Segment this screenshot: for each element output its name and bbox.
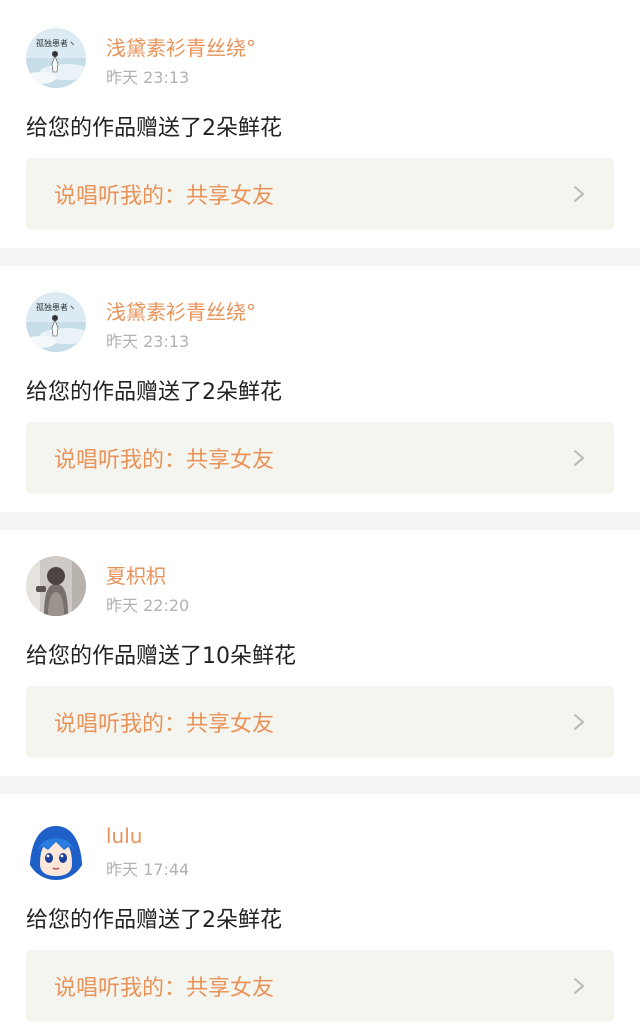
notification-card: lulu 昨天 17:44 给您的作品赠送了2朵鲜花 说唱听我的：共享女友 (0, 794, 640, 1032)
timestamp: 昨天 17:44 (106, 860, 190, 879)
username-link[interactable]: 夏枳枳 (106, 560, 166, 589)
svg-text:孤独患者ヽ: 孤独患者ヽ (36, 38, 76, 48)
notification-header: 孤独患者ヽ 浅黛素衫青丝绕° 昨天 23:13 (26, 266, 614, 366)
work-title: 说唱听我的：共享女友 (54, 448, 275, 473)
work-link-card[interactable]: 说唱听我的：共享女友 (26, 158, 614, 230)
svg-text:孤独患者ヽ: 孤独患者ヽ (36, 302, 76, 312)
work-link-card[interactable]: 说唱听我的：共享女友 (26, 422, 614, 494)
person-photo-avatar-icon[interactable] (26, 556, 86, 616)
notification-header: lulu 昨天 17:44 (26, 794, 614, 894)
work-title: 说唱听我的：共享女友 (54, 184, 275, 209)
username-link[interactable]: 浅黛素衫青丝绕° (106, 32, 256, 61)
work-title: 说唱听我的：共享女友 (54, 712, 275, 737)
chevron-right-icon (574, 186, 584, 202)
notification-card: 孤独患者ヽ 浅黛素衫青丝绕° 昨天 23:13 给您的作品赠送了2朵鲜花 说唱听… (0, 0, 640, 248)
work-title: 说唱听我的：共享女友 (54, 976, 275, 1001)
gift-message: 给您的作品赠送了2朵鲜花 (26, 908, 282, 933)
timestamp: 昨天 22:20 (106, 596, 190, 615)
gift-message: 给您的作品赠送了2朵鲜花 (26, 116, 282, 141)
work-link-card[interactable]: 说唱听我的：共享女友 (26, 686, 614, 758)
landscape-avatar-icon[interactable]: 孤独患者ヽ (26, 28, 86, 88)
landscape-avatar-icon[interactable]: 孤独患者ヽ (26, 292, 86, 352)
timestamp: 昨天 23:13 (106, 332, 190, 351)
chevron-right-icon (574, 450, 584, 466)
chevron-right-icon (574, 714, 584, 730)
gift-message: 给您的作品赠送了2朵鲜花 (26, 380, 282, 405)
username-link[interactable]: lulu (106, 824, 142, 848)
notification-card: 孤独患者ヽ 浅黛素衫青丝绕° 昨天 23:13 给您的作品赠送了2朵鲜花 说唱听… (0, 266, 640, 512)
notification-header: 孤独患者ヽ 浅黛素衫青丝绕° 昨天 23:13 (26, 0, 614, 100)
work-link-card[interactable]: 说唱听我的：共享女友 (26, 950, 614, 1022)
gift-notification-feed: 孤独患者ヽ 浅黛素衫青丝绕° 昨天 23:13 给您的作品赠送了2朵鲜花 说唱听… (0, 0, 640, 1032)
chevron-right-icon (574, 978, 584, 994)
username-link[interactable]: 浅黛素衫青丝绕° (106, 296, 256, 325)
notification-card: 夏枳枳 昨天 22:20 给您的作品赠送了10朵鲜花 说唱听我的：共享女友 (0, 530, 640, 776)
anime-character-avatar-icon[interactable] (26, 820, 86, 880)
timestamp: 昨天 23:13 (106, 68, 190, 87)
notification-header: 夏枳枳 昨天 22:20 (26, 530, 614, 630)
gift-message: 给您的作品赠送了10朵鲜花 (26, 644, 296, 669)
